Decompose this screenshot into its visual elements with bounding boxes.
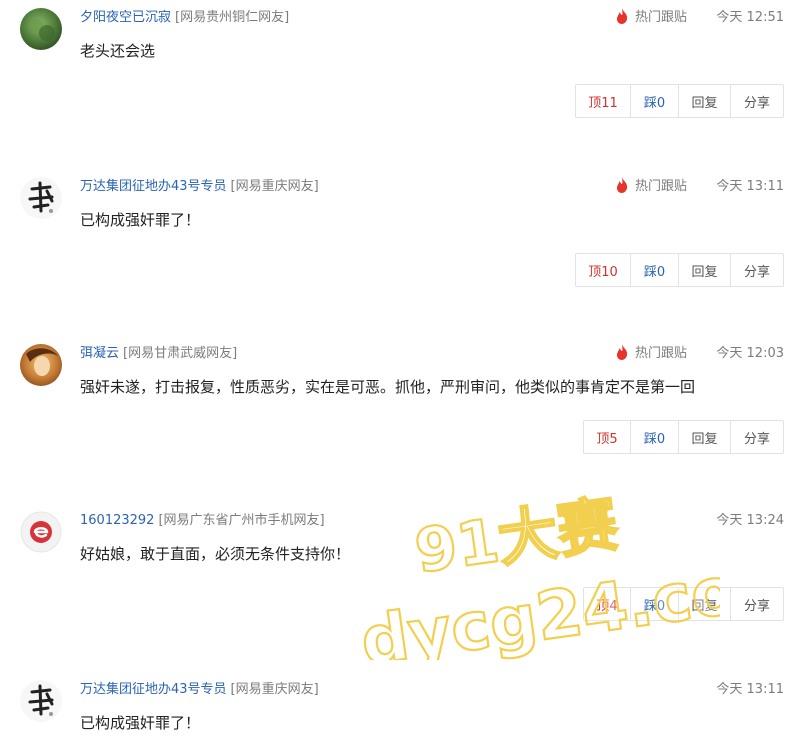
user-avatar[interactable] [20, 511, 62, 553]
flame-icon [616, 8, 628, 24]
user-avatar[interactable] [20, 344, 62, 386]
hot-badge: 热门跟贴 [615, 177, 687, 197]
hot-label: 热门跟贴 [634, 179, 687, 194]
comment-header: 万达集团征地办43号专员 [网易重庆网友] [80, 680, 319, 700]
comment-header: 弭凝云 [网易甘肃武威网友] [80, 344, 237, 364]
username-link[interactable]: 160123292 [80, 513, 154, 528]
comment-header: 夕阳夜空已沉寂 [网易贵州铜仁网友] [80, 8, 289, 28]
upvote-button[interactable]: 顶10 [576, 254, 630, 286]
user-location: [网易重庆网友] [230, 179, 319, 194]
downvote-button[interactable]: 踩0 [630, 421, 678, 453]
user-location: [网易重庆网友] [230, 682, 319, 697]
flame-icon [616, 344, 628, 360]
hot-label: 热门跟贴 [634, 10, 687, 25]
hot-label: 热门跟贴 [634, 346, 687, 361]
downvote-button[interactable]: 踩0 [630, 588, 678, 620]
avatar-portrait [20, 344, 62, 386]
comment-text: 已构成强奸罪了！ [80, 211, 201, 229]
comment-item: 万达集团征地办43号专员 [网易重庆网友] 今天 13:11 已构成强奸罪了！ [0, 672, 799, 740]
username-link[interactable]: 弭凝云 [80, 346, 119, 361]
hot-badge: 热门跟贴 [615, 8, 687, 28]
avatar-calligraphy [20, 177, 62, 219]
flame-icon [616, 177, 628, 193]
user-avatar[interactable] [20, 8, 62, 50]
comment-time: 今天 13:11 [716, 179, 784, 194]
share-button[interactable]: 分享 [730, 254, 783, 286]
comment-item: 160123292 [网易广东省广州市手机网友] 今天 13:24 好姑娘，敢于直… [0, 503, 799, 663]
downvote-button[interactable]: 踩0 [630, 85, 678, 117]
comment-item: 万达集团征地办43号专员 [网易重庆网友] 热门跟贴 今天 13:11 已构成强奸… [0, 169, 799, 329]
reply-button[interactable]: 回复 [678, 85, 730, 117]
user-avatar[interactable] [20, 680, 62, 722]
reply-button[interactable]: 回复 [678, 254, 730, 286]
share-button[interactable]: 分享 [730, 421, 783, 453]
comment-header: 160123292 [网易广东省广州市手机网友] [80, 511, 325, 531]
user-location: [网易甘肃武威网友] [123, 346, 238, 361]
comment-actions: 顶10 踩0 回复 分享 [575, 253, 784, 287]
hot-badge: 热门跟贴 [615, 344, 687, 364]
reply-button[interactable]: 回复 [678, 588, 730, 620]
user-location: [网易贵州铜仁网友] [175, 10, 290, 25]
comment-text: 好姑娘，敢于直面，必须无条件支持你！ [80, 545, 351, 563]
reply-button[interactable]: 回复 [678, 421, 730, 453]
comment-item: 夕阳夜空已沉寂 [网易贵州铜仁网友] 热门跟贴 今天 12:51 老头还会选 顶1… [0, 0, 799, 160]
comment-time: 今天 13:11 [716, 682, 784, 697]
username-link[interactable]: 夕阳夜空已沉寂 [80, 10, 171, 25]
user-avatar[interactable] [20, 177, 62, 219]
username-link[interactable]: 万达集团征地办43号专员 [80, 682, 227, 697]
upvote-button[interactable]: 顶11 [576, 85, 630, 117]
comment-item: 弭凝云 [网易甘肃武威网友] 热门跟贴 今天 12:03 强奸未遂，打击报复，性质… [0, 336, 799, 496]
downvote-button[interactable]: 踩0 [630, 254, 678, 286]
comment-actions: 顶11 踩0 回复 分享 [575, 84, 784, 118]
share-button[interactable]: 分享 [730, 85, 783, 117]
avatar-green [20, 8, 62, 50]
comment-header: 万达集团征地办43号专员 [网易重庆网友] [80, 177, 319, 197]
avatar-netease-logo [20, 511, 62, 553]
comment-text: 老头还会选 [80, 42, 156, 60]
comment-actions: 顶5 踩0 回复 分享 [583, 420, 784, 454]
share-button[interactable]: 分享 [730, 588, 783, 620]
comment-actions: 顶4 踩0 回复 分享 [583, 587, 784, 621]
comment-time: 今天 12:51 [716, 10, 784, 25]
comment-time: 今天 13:24 [716, 513, 784, 528]
comment-text: 已构成强奸罪了！ [80, 714, 201, 732]
comment-text: 强奸未遂，打击报复，性质恶劣，实在是可恶。抓他，严刑审问，他类似的事肯定不是第一… [80, 378, 696, 396]
avatar-calligraphy [20, 680, 62, 722]
username-link[interactable]: 万达集团征地办43号专员 [80, 179, 227, 194]
comment-time: 今天 12:03 [716, 346, 784, 361]
user-location: [网易广东省广州市手机网友] [158, 513, 325, 528]
upvote-button[interactable]: 顶5 [584, 421, 630, 453]
upvote-button[interactable]: 顶4 [584, 588, 630, 620]
